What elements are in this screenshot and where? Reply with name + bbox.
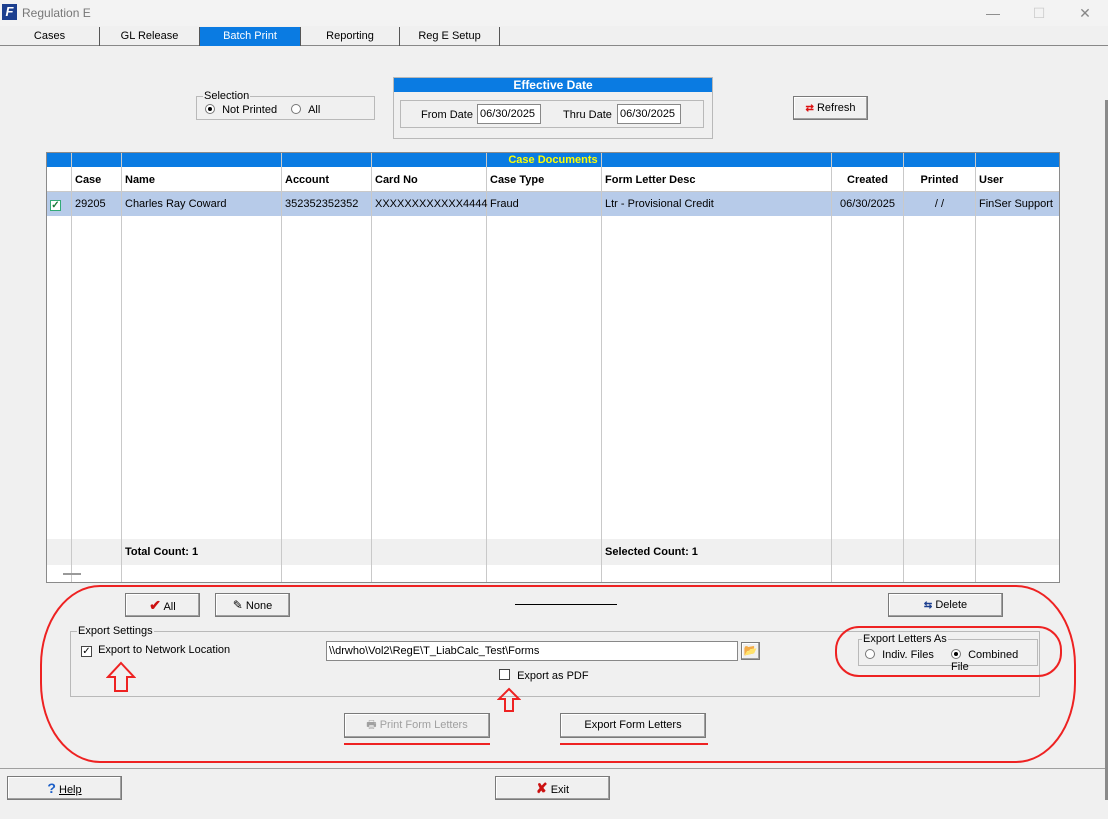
window-title: Regulation E: [22, 6, 91, 20]
not-printed-label: Not Printed: [222, 104, 278, 116]
row-checkbox[interactable]: ✓: [50, 192, 61, 216]
header-created[interactable]: Created: [832, 168, 903, 192]
col-divider: [903, 153, 904, 582]
header-name[interactable]: Name: [122, 168, 281, 192]
tab-batch-print[interactable]: Batch Print: [200, 27, 301, 46]
annotation-oval-export-as: [835, 626, 1062, 677]
bottom-divider: [0, 768, 1108, 769]
col-divider: [281, 153, 282, 582]
col-divider: [121, 153, 122, 582]
cell-case-type: Fraud: [490, 198, 519, 210]
grid-title: Case Documents: [47, 153, 1059, 167]
col-divider: [831, 153, 832, 582]
thru-date-label: Thru Date: [563, 109, 612, 121]
tab-reporting[interactable]: Reporting: [301, 27, 400, 46]
radio-unselected-icon: [291, 104, 301, 114]
radio-all[interactable]: All: [291, 104, 320, 116]
header-user[interactable]: User: [976, 168, 1059, 192]
col-divider: [486, 153, 487, 582]
exit-label: Exit: [550, 784, 570, 796]
maximize-button[interactable]: ☐: [1016, 0, 1062, 26]
selection-group: Selection Not Printed All: [196, 90, 375, 120]
app-logo-icon: F: [2, 4, 17, 20]
cell-printed: / /: [934, 198, 945, 210]
cell-user: FinSer Support: [979, 198, 1053, 210]
annotation-underline: [344, 743, 490, 745]
radio-selected-icon: [205, 104, 215, 114]
col-divider: [601, 153, 602, 582]
col-divider: [71, 153, 72, 582]
col-divider: [975, 153, 976, 582]
app-window: F Regulation E — ☐ ✕ Cases GL Release Ba…: [0, 0, 1108, 819]
case-documents-grid: Case Documents Case Name Account Card No…: [46, 152, 1060, 583]
radio-not-printed[interactable]: Not Printed: [205, 104, 277, 116]
annotation-arrow-icon: [106, 661, 136, 692]
minimize-button[interactable]: —: [970, 0, 1016, 26]
cell-account: 352352352352: [285, 198, 359, 210]
all-label: All: [308, 104, 321, 116]
header-case-type[interactable]: Case Type: [487, 168, 601, 192]
checkmark-icon: ✓: [50, 200, 61, 211]
refresh-label: Refresh: [816, 102, 856, 114]
scroll-grip[interactable]: [63, 573, 81, 575]
annotation-arrow-icon: [497, 687, 521, 712]
header-select: [47, 168, 71, 192]
header-form-letter[interactable]: Form Letter Desc: [602, 168, 831, 192]
selection-legend: Selection: [203, 90, 251, 102]
cell-form-letter: Ltr - Provisional Credit: [605, 198, 714, 210]
help-button[interactable]: ? Help: [7, 776, 122, 800]
refresh-button[interactable]: ⇄ Refresh: [793, 96, 868, 120]
header-case[interactable]: Case: [72, 168, 121, 192]
header-account[interactable]: Account: [282, 168, 371, 192]
total-count: Total Count: 1: [125, 546, 199, 558]
tab-cases[interactable]: Cases: [0, 27, 100, 46]
help-icon: ?: [47, 780, 56, 796]
effective-date-group: Effective Date From Date 06/30/2025 Thru…: [393, 77, 713, 139]
annotation-underline: [560, 743, 708, 745]
header-printed[interactable]: Printed: [904, 168, 975, 192]
tab-gl-release[interactable]: GL Release: [100, 27, 200, 46]
cell-created: 06/30/2025: [839, 198, 896, 210]
tab-reg-e-setup[interactable]: Reg E Setup: [400, 27, 500, 46]
cell-card-no: XXXXXXXXXXXX4444: [375, 198, 488, 210]
cell-case: 29205: [75, 198, 106, 210]
header-card-no[interactable]: Card No: [372, 168, 486, 192]
from-date-input[interactable]: 06/30/2025: [477, 104, 541, 124]
grid-footer: [47, 539, 1059, 565]
cell-name: Charles Ray Coward: [125, 198, 227, 210]
effective-date-inner: From Date 06/30/2025 Thru Date 06/30/202…: [400, 100, 704, 128]
tab-bar: Cases GL Release Batch Print Reporting R…: [0, 27, 1108, 46]
thru-date-input[interactable]: 06/30/2025: [617, 104, 681, 124]
help-label: Help: [59, 784, 82, 796]
selected-count: Selected Count: 1: [605, 546, 698, 558]
exit-button[interactable]: ✘ Exit: [495, 776, 610, 800]
exit-icon: ✘: [535, 780, 548, 796]
title-bar: F Regulation E — ☐ ✕: [0, 0, 1108, 26]
from-date-label: From Date: [421, 109, 473, 121]
refresh-icon: ⇄: [805, 103, 814, 114]
effective-date-title: Effective Date: [394, 78, 712, 92]
close-button[interactable]: ✕: [1062, 0, 1108, 26]
col-divider: [371, 153, 372, 582]
